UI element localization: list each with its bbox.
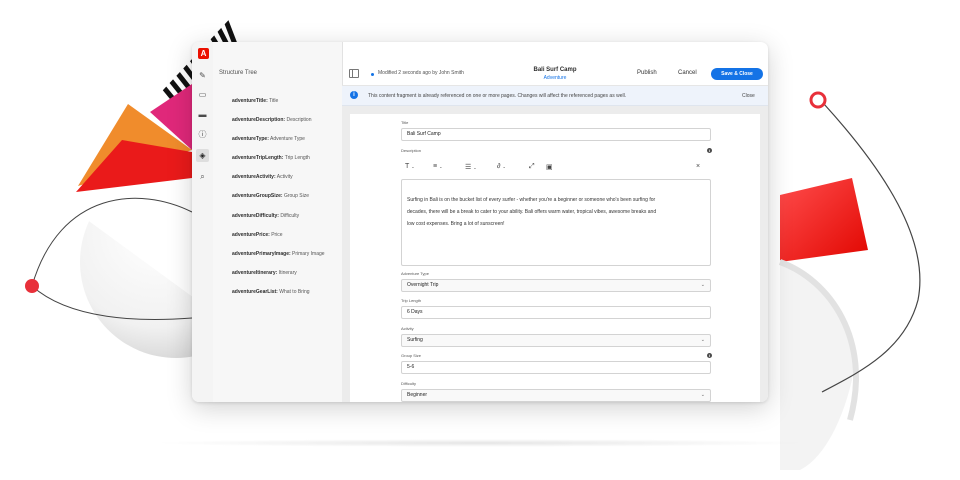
save-close-button[interactable]: Save & Close xyxy=(711,68,763,80)
fragment-model-link[interactable]: Adventure xyxy=(492,75,618,81)
reference-warning-banner: i This content fragment is already refer… xyxy=(342,86,768,106)
trip-length-label: Trip Length xyxy=(401,298,422,303)
chevron-down-icon: ⌄ xyxy=(700,282,705,288)
list-button[interactable]: ☰ ⌄ xyxy=(465,163,477,171)
description-text: Surfing in Bali is on the bucket list of… xyxy=(407,197,657,227)
tree-item[interactable]: adventureDescription: Description xyxy=(232,117,311,123)
activity-select[interactable]: Surfing ⌄ xyxy=(401,334,711,347)
expand-icon[interactable]: ⤢ xyxy=(529,163,535,171)
tree-item[interactable]: adventureGearList: What to Bring xyxy=(232,289,310,295)
red-shape xyxy=(780,178,868,262)
tree-item[interactable]: adventureItinerary: Itinerary xyxy=(232,270,297,276)
tree-item[interactable]: adventurePrimaryImage: Primary Image xyxy=(232,251,325,257)
red-dot xyxy=(25,279,39,293)
activity-label: Activity xyxy=(401,326,414,331)
difficulty-select[interactable]: Beginner ⌄ xyxy=(401,389,711,402)
clear-format-icon[interactable]: × xyxy=(696,163,700,170)
editor-header: Modified 2 seconds ago by John Smith Bal… xyxy=(342,63,768,86)
folder-icon[interactable]: ▬ xyxy=(196,108,209,121)
toggle-panel-icon[interactable] xyxy=(349,69,359,78)
pencil-icon[interactable]: ✎ xyxy=(196,69,209,82)
group-size-label: Group Size xyxy=(401,353,422,358)
adobe-logo-icon: A xyxy=(198,48,209,59)
group-size-field[interactable]: 5-6 xyxy=(401,361,711,374)
adventure-type-select[interactable]: Overnight Trip ⌄ xyxy=(401,279,711,292)
layers-icon[interactable]: ◈ xyxy=(196,149,209,162)
description-label: Description xyxy=(401,148,422,153)
link-button[interactable]: ∂ ⌄ xyxy=(497,163,506,170)
comment-icon[interactable]: ▭ xyxy=(196,88,209,101)
modified-status-text: Modified 2 seconds ago by John Smith xyxy=(378,70,464,76)
tree-item[interactable]: adventureGroupSize: Group Size xyxy=(232,193,309,199)
content-fragment-editor-window: A ✎ ▭ ▬ ⓘ ◈ ⌕ Structure Tree adventureTi… xyxy=(192,42,768,402)
chevron-down-icon: ⌄ xyxy=(700,392,705,398)
text-format-button[interactable]: T ⌄ xyxy=(405,163,415,170)
title-label: Title xyxy=(401,120,409,125)
variation-icon[interactable]: ⌕ xyxy=(196,170,209,183)
adventure-type-label: Adventure Type xyxy=(401,271,429,276)
info-icon: i xyxy=(350,91,358,99)
chevron-down-icon: ⌄ xyxy=(700,337,705,343)
trip-length-field[interactable]: 6 Days xyxy=(401,306,711,319)
tree-item[interactable]: adventurePrice: Price xyxy=(232,232,283,238)
align-button[interactable]: ≡ ⌄ xyxy=(433,163,442,170)
editor-area: Title Bali Surf Camp Description i T ⌄ ≡ ⌄… xyxy=(342,106,768,402)
modified-status-dot xyxy=(371,73,374,76)
floor-shadow xyxy=(150,439,810,447)
title-field[interactable]: Bali Surf Camp xyxy=(401,128,711,141)
structure-tree-panel: Structure Tree adventureTitle: Title adv… xyxy=(213,42,343,402)
rich-text-toolbar: T ⌄ ≡ ⌄ ☰ ⌄ ∂ ⌄ ⤢ ▣ × xyxy=(401,163,711,175)
left-rail: A ✎ ▭ ▬ ⓘ ◈ ⌕ xyxy=(192,42,214,402)
red-ring xyxy=(809,91,827,109)
fragment-form: Title Bali Surf Camp Description i T ⌄ ≡ ⌄… xyxy=(350,114,760,402)
banner-close-button[interactable]: Close xyxy=(742,93,755,99)
image-icon[interactable]: ▣ xyxy=(546,163,553,171)
cancel-button[interactable]: Cancel xyxy=(678,70,697,76)
structure-tree-title: Structure Tree xyxy=(219,70,258,76)
fragment-title: Bali Surf Camp xyxy=(533,67,577,73)
group-size-info-icon[interactable]: i xyxy=(707,353,712,358)
description-info-icon[interactable]: i xyxy=(707,148,712,153)
banner-message: This content fragment is already referen… xyxy=(368,93,627,99)
tree-item[interactable]: adventureTripLength: Trip Length xyxy=(232,155,310,161)
tree-item[interactable]: adventureTitle: Title xyxy=(232,98,278,104)
info-icon[interactable]: ⓘ xyxy=(196,128,209,141)
difficulty-label: Difficulty xyxy=(401,381,417,386)
publish-button[interactable]: Publish xyxy=(637,70,657,76)
description-editor[interactable]: Surfing in Bali is on the bucket list of… xyxy=(401,179,711,266)
tree-item[interactable]: adventureActivity: Activity xyxy=(232,174,293,180)
tree-item[interactable]: adventureDifficulty: Difficulty xyxy=(232,213,299,219)
tree-item[interactable]: adventureType: Adventure Type xyxy=(232,136,305,142)
